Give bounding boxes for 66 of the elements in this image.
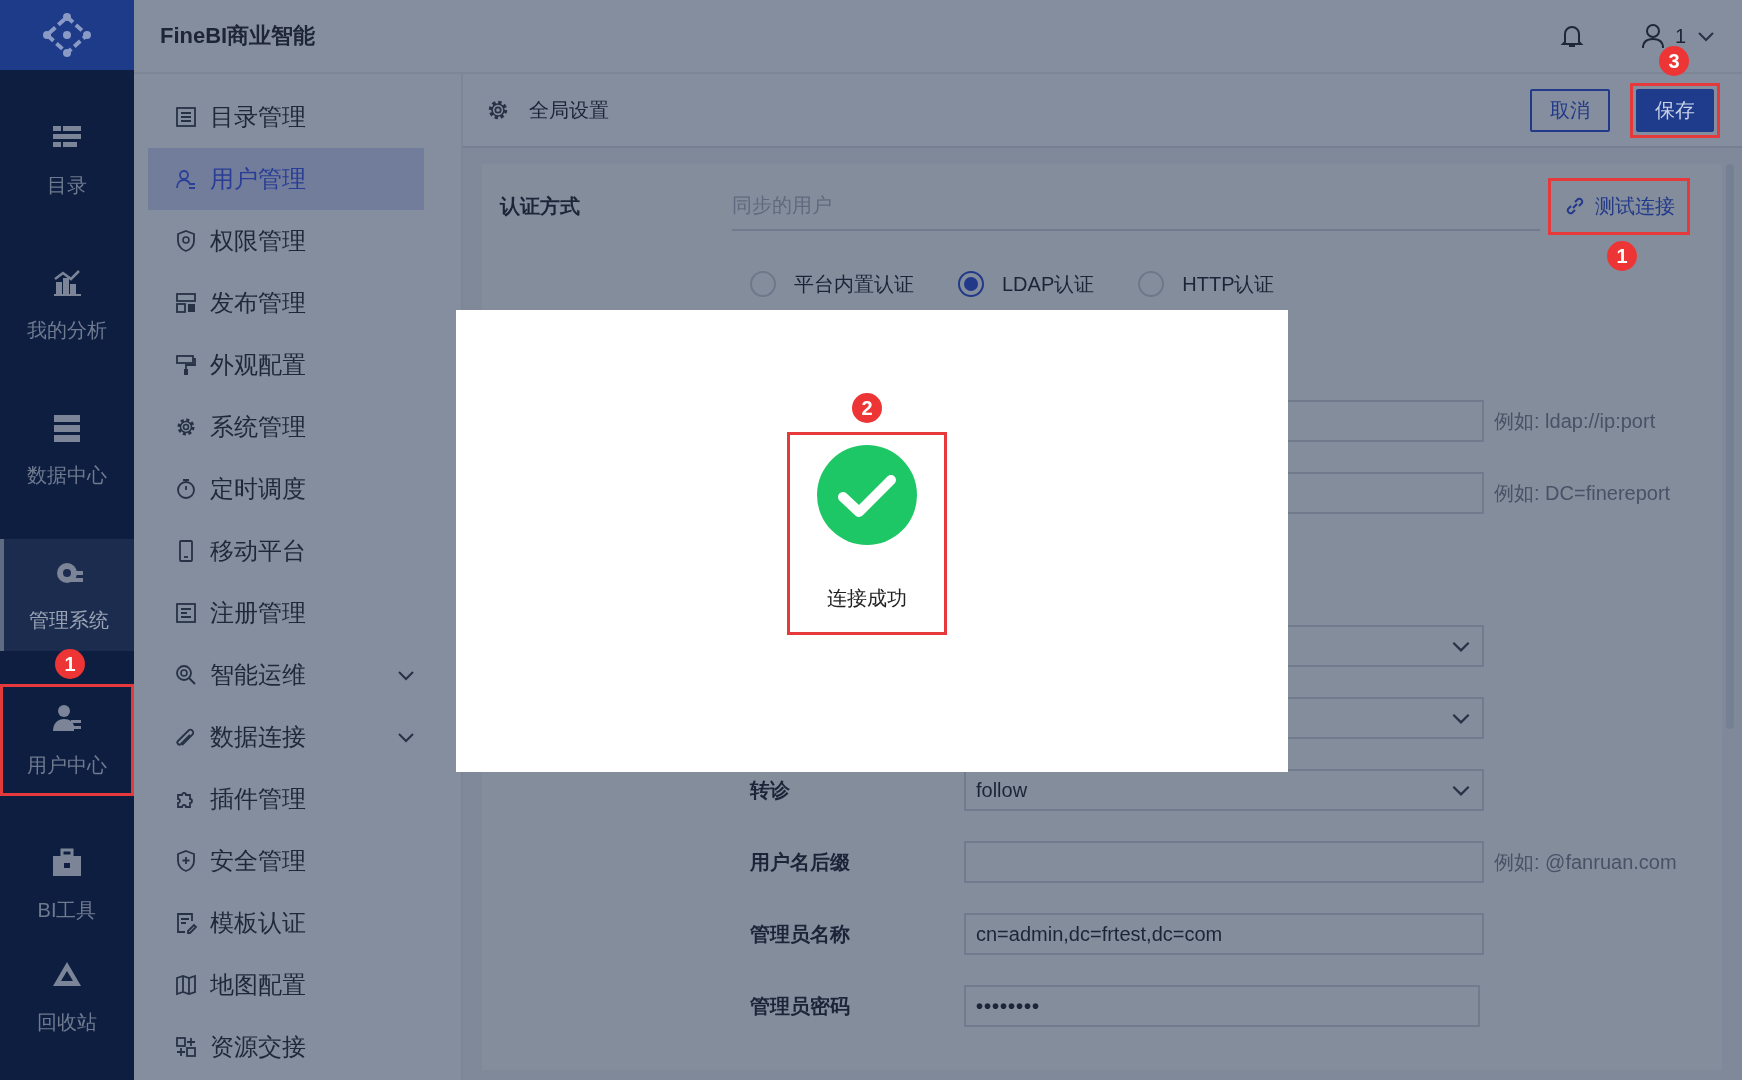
- radio-option[interactable]: HTTP认证: [1138, 270, 1275, 298]
- menu-item[interactable]: 外观配置: [148, 334, 424, 396]
- menu-item[interactable]: 系统管理: [148, 396, 424, 458]
- field-label: 认证方式: [500, 193, 581, 219]
- document-edit-icon: [174, 911, 198, 935]
- paint-roller-icon: [174, 353, 198, 377]
- user-menu[interactable]: 1: [1640, 23, 1716, 49]
- menu-item[interactable]: 插件管理: [148, 768, 424, 830]
- menu-item[interactable]: 模板认证: [148, 892, 424, 954]
- menu-item[interactable]: 发布管理: [148, 272, 424, 334]
- nav-item[interactable]: BI工具: [0, 829, 134, 941]
- nav-item[interactable]: 管理系统: [0, 539, 134, 651]
- app-title: FineBI商业智能: [160, 22, 316, 50]
- list-icon: [174, 105, 198, 129]
- search-icon: [174, 663, 198, 687]
- user-icon: [174, 167, 198, 191]
- toolbox-icon: [51, 846, 83, 879]
- nav-item[interactable]: 数据中心: [0, 394, 134, 506]
- input-field[interactable]: cn=admin,dc=frtest,dc=com: [964, 913, 1484, 955]
- radio-button[interactable]: [958, 271, 984, 297]
- nav-item[interactable]: 我的分析: [0, 249, 134, 361]
- bell-icon: [1558, 23, 1585, 49]
- radio-label: 平台内置认证: [794, 271, 914, 297]
- field-label: 管理员名称: [750, 921, 851, 947]
- shield-icon: [174, 229, 198, 253]
- success-message: 连接成功: [827, 586, 907, 611]
- menu-item[interactable]: 地图配置: [148, 954, 424, 1016]
- menu-item[interactable]: 资源交接: [148, 1016, 424, 1078]
- field-hint: 例如: DC=finereport: [1494, 480, 1671, 506]
- callout-badge: 1: [1607, 240, 1637, 271]
- menu-item[interactable]: 注册管理: [148, 582, 424, 644]
- page-title: 全局设置: [529, 97, 609, 123]
- menu-item[interactable]: 目录管理: [148, 86, 424, 148]
- success-check-icon: [817, 445, 917, 545]
- callout-badge: 2: [852, 393, 882, 423]
- radio-label: HTTP认证: [1182, 271, 1275, 297]
- radio-label: LDAP认证: [1002, 271, 1095, 297]
- nav-item[interactable]: 目录: [0, 104, 134, 216]
- password-field[interactable]: ••••••••: [964, 985, 1480, 1027]
- radio-option[interactable]: 平台内置认证: [750, 270, 914, 298]
- map-icon: [174, 973, 198, 997]
- menu-item[interactable]: 安全管理: [148, 830, 424, 892]
- field-hint: 例如: ldap://ip:port: [1494, 408, 1656, 434]
- user-icon: [1640, 23, 1665, 49]
- shield-icon: [174, 849, 198, 873]
- field-label: 用户名后缀: [750, 849, 851, 875]
- nav-item[interactable]: 回收站: [0, 941, 134, 1053]
- radio-option[interactable]: LDAP认证: [958, 270, 1095, 298]
- layout-icon: [174, 291, 198, 315]
- field-hint: 例如: @fanruan.com: [1494, 849, 1677, 875]
- menu-item[interactable]: 数据连接: [148, 706, 424, 768]
- timer-icon: [174, 477, 198, 501]
- callout-badge: 3: [1659, 45, 1689, 76]
- menu-item[interactable]: 权限管理: [148, 210, 424, 272]
- menu-item[interactable]: 用户管理: [148, 148, 424, 210]
- callout-badge: 1: [55, 649, 85, 679]
- field-label: 转诊: [750, 777, 791, 803]
- cancel-button[interactable]: 取消: [1530, 88, 1610, 132]
- menu-item[interactable]: 智能运维: [148, 644, 424, 706]
- user-name: 1: [1674, 24, 1686, 48]
- menu-item[interactable]: 定时调度: [148, 458, 424, 520]
- form-icon: [174, 601, 198, 625]
- grid-icon: [174, 1035, 198, 1059]
- field-label: 管理员密码: [750, 993, 851, 1019]
- menu-item[interactable]: 移动平台: [148, 520, 424, 582]
- save-button[interactable]: 保存: [1636, 88, 1714, 132]
